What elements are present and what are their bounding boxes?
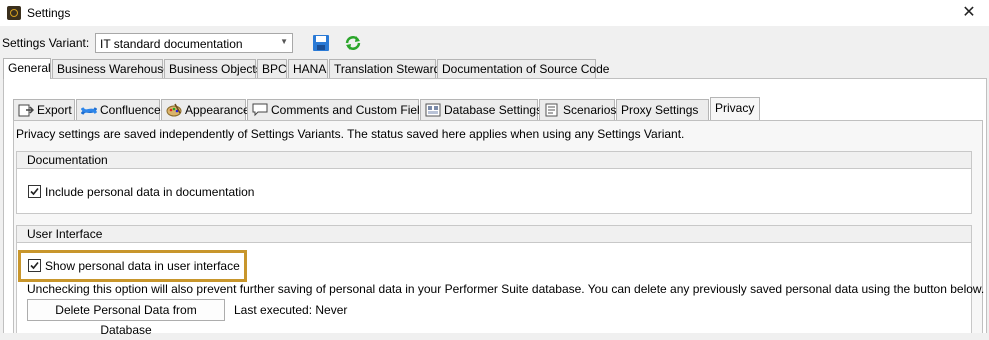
tab-database-settings-label: Database Settings: [444, 103, 543, 117]
tab-privacy[interactable]: Privacy: [710, 97, 760, 120]
confluence-icon: [81, 107, 97, 115]
database-settings-icon: [425, 103, 441, 117]
documentation-group-title: Documentation: [17, 152, 971, 169]
scenarios-icon: [545, 103, 558, 117]
tab-general[interactable]: General: [3, 58, 51, 79]
tab-database-settings[interactable]: Database Settings: [420, 99, 542, 120]
tab-scenarios-label: Scenarios: [563, 103, 617, 117]
include-personal-data-label: Include personal data in documentation: [45, 185, 255, 199]
last-executed-text: Last executed: Never: [234, 303, 348, 317]
tab-appearance-label: Appearance: [185, 103, 250, 117]
title-bar: Settings ✕: [0, 0, 989, 26]
settings-variant-label: Settings Variant:: [2, 36, 90, 50]
tab-confluence-label: Confluence: [100, 103, 161, 117]
window-title: Settings: [27, 6, 71, 20]
tab-business-objects[interactable]: Business Objects: [164, 59, 262, 78]
include-personal-data-checkbox[interactable]: [28, 185, 41, 198]
tab-hana[interactable]: HANA: [288, 59, 328, 78]
tab-comments-and-custom-fields[interactable]: Comments and Custom Fields: [247, 99, 432, 120]
app-icon: [7, 6, 21, 20]
tab-proxy-settings[interactable]: Proxy Settings: [616, 99, 709, 120]
tab-translation-steward[interactable]: Translation Steward: [329, 59, 440, 78]
tab-business-warehouse[interactable]: Business Warehouse: [52, 59, 170, 78]
highlight-box: [18, 250, 247, 282]
settings-variant-select[interactable]: IT standard documentation ▼: [95, 33, 293, 53]
palette-icon: [166, 103, 182, 117]
tab-scenarios[interactable]: Scenarios: [539, 99, 617, 120]
settings-variant-row: Settings Variant: IT standard documentat…: [0, 32, 989, 54]
chevron-down-icon: ▼: [280, 37, 288, 46]
delete-personal-data-button[interactable]: Delete Personal Data from Database: [27, 299, 225, 337]
tab-bpc[interactable]: BPC: [257, 59, 287, 78]
export-icon: [18, 104, 34, 117]
settings-variant-value: IT standard documentation: [100, 37, 243, 51]
refresh-icon[interactable]: [344, 34, 362, 52]
save-icon[interactable]: [312, 34, 330, 52]
tab-export[interactable]: Export: [13, 99, 75, 120]
comment-icon: [252, 103, 268, 117]
user-interface-group-title: User Interface: [17, 226, 971, 243]
tab-appearance[interactable]: Appearance: [161, 99, 250, 120]
tab-documentation-of-source-code[interactable]: Documentation of Source Code: [437, 59, 609, 78]
privacy-info-text: Privacy settings are saved independently…: [16, 127, 685, 141]
close-button[interactable]: ✕: [959, 3, 979, 23]
tab-confluence[interactable]: Confluence: [76, 99, 161, 120]
tab-comments-label: Comments and Custom Fields: [271, 103, 433, 117]
unchecking-note: Unchecking this option will also prevent…: [27, 282, 985, 296]
checkmark-icon: [30, 187, 39, 196]
documentation-group: Documentation: [16, 151, 972, 214]
tab-export-label: Export: [37, 103, 72, 117]
